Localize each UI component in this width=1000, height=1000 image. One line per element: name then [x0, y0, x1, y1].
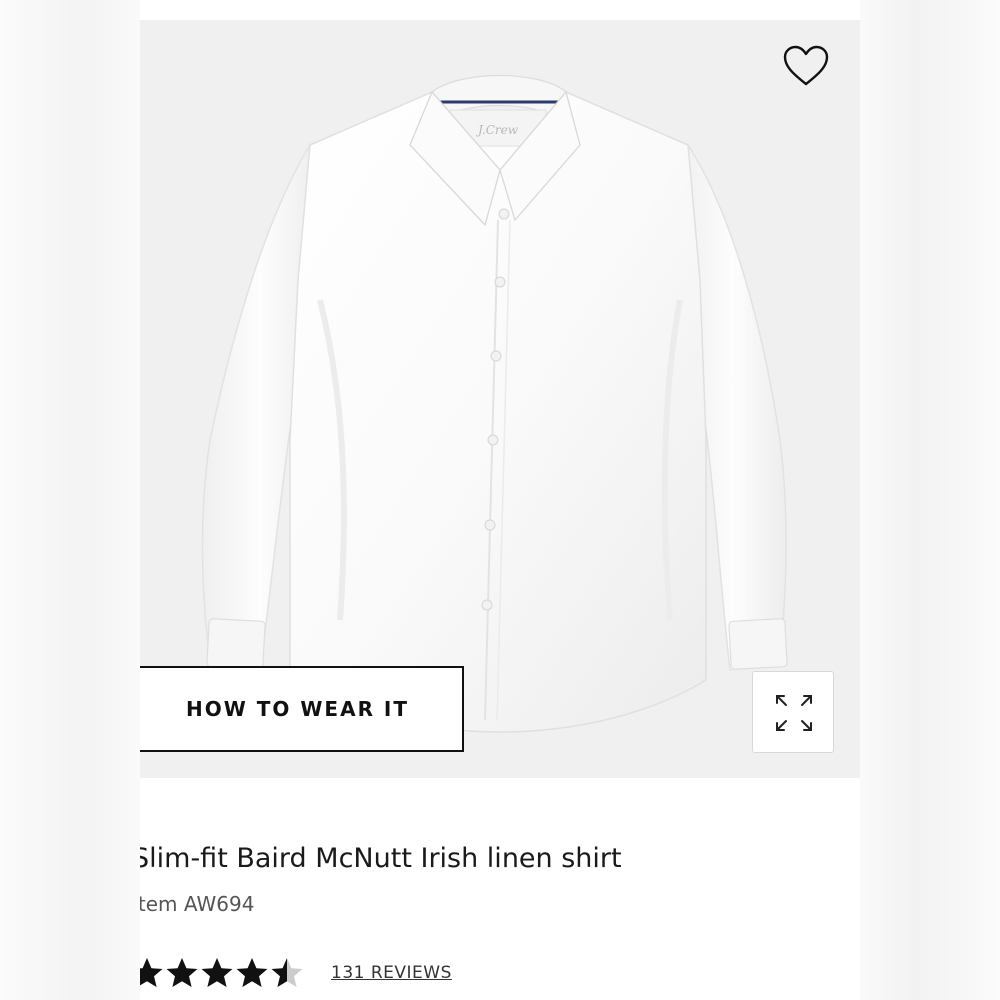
right-blur-margin: [860, 0, 1000, 1000]
heart-icon[interactable]: [782, 44, 830, 88]
how-to-wear-label: HOW TO WEAR IT: [186, 697, 410, 721]
star-icon: [166, 958, 198, 987]
product-title: Slim-fit Baird McNutt Irish linen shirt: [140, 843, 622, 874]
product-card: J.Crew HOW TO WEAR IT Slim-fit Baird McN…: [140, 0, 860, 1000]
left-blur-margin: [0, 0, 140, 1000]
star-icon: [140, 958, 163, 987]
expand-image-button[interactable]: [752, 671, 834, 753]
star-rating: [140, 956, 305, 990]
reviews-link[interactable]: 131 REVIEWS: [331, 963, 452, 983]
collar-tag-text: J.Crew: [475, 123, 519, 137]
how-to-wear-button[interactable]: HOW TO WEAR IT: [140, 666, 464, 752]
star-icon: [201, 958, 233, 987]
shirt-illustration: J.Crew: [201, 74, 788, 733]
star-icon: [236, 958, 268, 987]
page: J.Crew HOW TO WEAR IT Slim-fit Baird McN…: [0, 0, 1000, 1000]
expand-arrows-icon: [776, 695, 812, 731]
star-icon: [271, 958, 303, 987]
item-number: Item AW694: [140, 892, 255, 916]
product-image[interactable]: J.Crew HOW TO WEAR IT: [140, 20, 860, 778]
rating-row: 131 REVIEWS: [140, 955, 452, 991]
